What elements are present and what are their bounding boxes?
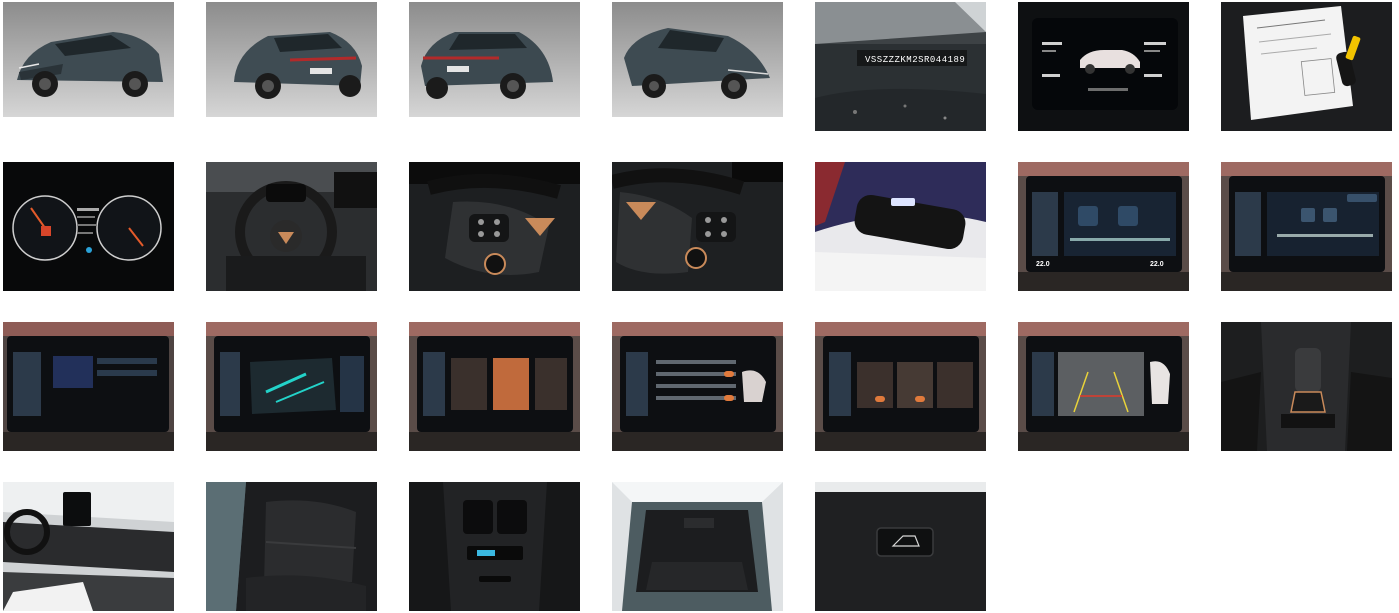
steering-right-controls-image bbox=[612, 162, 783, 291]
photo-trunk[interactable] bbox=[612, 482, 783, 611]
car-rear-left-image bbox=[206, 2, 377, 117]
digital-cockpit-image bbox=[1018, 2, 1189, 131]
photo-exterior-rear-right[interactable] bbox=[409, 2, 580, 117]
photo-vin-plate[interactable]: VSSZZZKM2SR044189 bbox=[815, 2, 986, 131]
rear-camera-image bbox=[1018, 322, 1189, 451]
photo-digital-cockpit[interactable] bbox=[1018, 2, 1189, 131]
steering-wheel-image bbox=[206, 162, 377, 291]
photo-dashboard-side[interactable] bbox=[3, 482, 174, 611]
photo-trunk-button[interactable] bbox=[815, 482, 986, 611]
rear-seats-image bbox=[206, 482, 377, 611]
infotainment-bluetooth-image bbox=[1221, 162, 1392, 291]
infotainment-comfort-image bbox=[815, 322, 986, 451]
photo-instrument-cluster[interactable] bbox=[3, 162, 174, 291]
photo-steering-right-controls[interactable] bbox=[612, 162, 783, 291]
photo-infotainment-comfort[interactable] bbox=[815, 322, 986, 451]
car-rear-right-image bbox=[409, 2, 580, 117]
photo-exterior-front-left[interactable] bbox=[3, 2, 174, 117]
screen-temp-left: 22.0 bbox=[1036, 261, 1050, 268]
photo-documents-keys[interactable] bbox=[1221, 2, 1392, 131]
gear-selector-image bbox=[1221, 322, 1392, 451]
car-front-left-image bbox=[3, 2, 174, 117]
photo-exterior-front-right[interactable] bbox=[612, 2, 783, 117]
photo-infotainment-driving-profile[interactable] bbox=[409, 322, 580, 451]
screen-temp-right: 22.0 bbox=[1150, 261, 1164, 268]
photo-infotainment-ambient[interactable] bbox=[206, 322, 377, 451]
infotainment-ambient-image bbox=[206, 322, 377, 451]
infotainment-menu-image bbox=[3, 322, 174, 451]
photo-rear-vents[interactable] bbox=[409, 482, 580, 611]
photo-gear-selector[interactable] bbox=[1221, 322, 1392, 451]
documents-keys-image bbox=[1221, 2, 1392, 131]
photo-rear-camera[interactable] bbox=[1018, 322, 1189, 451]
dashboard-side-image bbox=[3, 482, 174, 611]
car-front-right-image bbox=[612, 2, 783, 117]
photo-infotainment-menu[interactable] bbox=[3, 322, 174, 451]
photo-steering-wheel[interactable] bbox=[206, 162, 377, 291]
infotainment-fulllink-image: 22.0 22.0 bbox=[1018, 162, 1189, 291]
photo-infotainment-bluetooth[interactable] bbox=[1221, 162, 1392, 291]
photo-interior-mirror[interactable] bbox=[815, 162, 986, 291]
photo-infotainment-fulllink[interactable]: 22.0 22.0 bbox=[1018, 162, 1189, 291]
photo-gallery: VSSZZZKM2SR044189 22.0 22.0 bbox=[0, 0, 1399, 613]
photo-rear-seats[interactable] bbox=[206, 482, 377, 611]
infotainment-assist-image bbox=[612, 322, 783, 451]
trunk-image bbox=[612, 482, 783, 611]
steering-left-controls-image bbox=[409, 162, 580, 291]
instrument-cluster-image bbox=[3, 162, 174, 291]
vin-plate-image: VSSZZZKM2SR044189 bbox=[815, 2, 986, 131]
vin-text: VSSZZZKM2SR044189 bbox=[865, 55, 965, 65]
interior-mirror-image bbox=[815, 162, 986, 291]
trunk-button-image bbox=[815, 482, 986, 611]
photo-infotainment-assist[interactable] bbox=[612, 322, 783, 451]
infotainment-driving-profile-image bbox=[409, 322, 580, 451]
rear-vents-image bbox=[409, 482, 580, 611]
photo-exterior-rear-left[interactable] bbox=[206, 2, 377, 117]
photo-steering-left-controls[interactable] bbox=[409, 162, 580, 291]
